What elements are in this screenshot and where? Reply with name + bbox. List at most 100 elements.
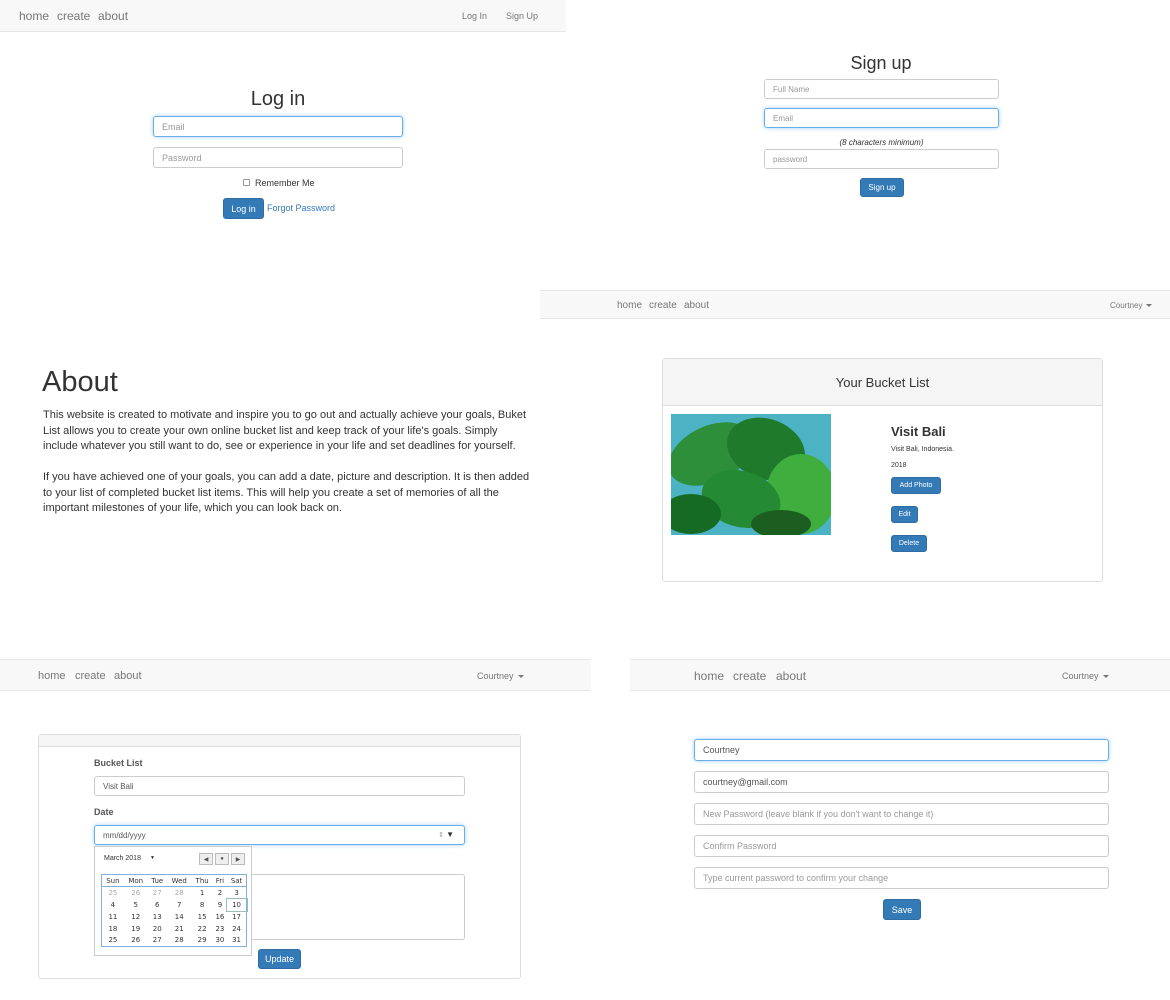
calendar-day[interactable]: 3	[227, 887, 246, 899]
about-paragraph-1: This website is created to motivate and …	[43, 409, 527, 452]
bucket-photo	[671, 414, 831, 535]
nav-create[interactable]: create	[733, 669, 766, 683]
nav-signup[interactable]: Sign Up	[506, 11, 538, 21]
nav-home[interactable]: home	[617, 300, 642, 311]
date-input[interactable]: mm/dd/yyyy ⇕ ▼	[94, 825, 465, 845]
calendar-day[interactable]: 2	[213, 887, 227, 899]
calendar-day[interactable]: 22	[192, 923, 213, 935]
calendar-day[interactable]: 19	[124, 923, 148, 935]
calendar-day[interactable]: 27	[148, 935, 167, 947]
calendar-day[interactable]: 4	[102, 899, 124, 911]
calendar-day[interactable]: 20	[148, 923, 167, 935]
calendar-day[interactable]: 14	[167, 911, 192, 923]
nav-create[interactable]: create	[649, 300, 677, 311]
calendar-day[interactable]: 12	[124, 911, 148, 923]
page-title: About	[42, 366, 118, 398]
calendar-day[interactable]: 26	[124, 935, 148, 947]
calendar-day[interactable]: 13	[148, 911, 167, 923]
calendar-day[interactable]: 21	[167, 923, 192, 935]
calendar-day[interactable]: 15	[192, 911, 213, 923]
calendar-day[interactable]: 7	[167, 899, 192, 911]
date-picker-calendar[interactable]: March 2018 ▼ ◀ ● ▶ Sun Mon Tue Wed Thu F…	[94, 846, 252, 956]
delete-button[interactable]: Delete	[891, 535, 927, 552]
add-photo-button[interactable]: Add Photo	[891, 477, 941, 494]
calendar-day[interactable]: 23	[213, 923, 227, 935]
item-year: 2018	[891, 462, 907, 469]
calendar-day[interactable]: 29	[192, 935, 213, 947]
user-menu[interactable]: Courtney	[1110, 301, 1152, 310]
user-menu[interactable]: Courtney	[477, 671, 524, 681]
calendar-day[interactable]: 17	[227, 911, 246, 923]
edit-item-panel: home create about Courtney Bucket List V…	[0, 659, 591, 1000]
nav-home[interactable]: home	[19, 9, 49, 23]
calendar-month-select[interactable]: March 2018	[104, 855, 141, 862]
password-input[interactable]: password	[764, 149, 999, 169]
weekday: Wed	[166, 874, 192, 887]
calendar-day[interactable]: 16	[213, 911, 227, 923]
calendar-day[interactable]: 25	[102, 935, 124, 947]
save-button[interactable]: Save	[883, 899, 921, 920]
email-input[interactable]: Email	[153, 116, 403, 137]
nav-create[interactable]: create	[57, 9, 90, 23]
prev-month-button[interactable]: ◀	[199, 853, 213, 865]
today-button[interactable]: ●	[215, 853, 229, 865]
calendar-day[interactable]: 28	[167, 935, 192, 947]
new-password-input[interactable]: New Password (leave blank if you don't w…	[694, 803, 1109, 825]
calendar-day[interactable]: 11	[102, 911, 124, 923]
calendar-grid: Sun Mon Tue Wed Thu Fri Sat 25 26 27 28 …	[101, 874, 248, 947]
calendar-day-today[interactable]: 10	[226, 897, 248, 912]
nav-about[interactable]: about	[684, 300, 709, 311]
remember-checkbox[interactable]	[243, 179, 250, 186]
calendar-day[interactable]: 1	[192, 887, 213, 899]
nav-about[interactable]: about	[776, 669, 806, 683]
calendar-day[interactable]: 9	[213, 899, 227, 911]
bucket-list-input[interactable]: Visit Bali	[94, 776, 465, 796]
forgot-password-link[interactable]: Forgot Password	[267, 203, 335, 213]
calendar-day[interactable]: 28	[167, 887, 192, 899]
page-title: Log in	[250, 88, 306, 110]
weekday: Fri	[212, 874, 228, 887]
nav-create[interactable]: create	[75, 670, 106, 682]
dropdown-arrow-icon[interactable]: ▼	[446, 830, 454, 839]
name-input[interactable]: Courtney	[694, 739, 1109, 761]
calendar-day[interactable]: 5	[124, 899, 148, 911]
weekday: Sat	[227, 874, 247, 887]
nav-about[interactable]: about	[114, 670, 142, 682]
about-panel: About This website is created to motivat…	[0, 290, 540, 655]
next-month-button[interactable]: ▶	[231, 853, 245, 865]
fullname-input[interactable]: Full Name	[764, 79, 999, 99]
update-button[interactable]: Update	[258, 949, 301, 969]
password-input[interactable]: Password	[153, 147, 403, 168]
confirm-password-input[interactable]: Confirm Password	[694, 835, 1109, 857]
email-input[interactable]: courtney@gmail.com	[694, 771, 1109, 793]
calendar-day[interactable]: 8	[192, 899, 213, 911]
chevron-down-icon: ▼	[150, 855, 155, 861]
edit-button[interactable]: Edit	[891, 506, 918, 523]
user-menu[interactable]: Courtney	[1062, 671, 1109, 681]
calendar-day[interactable]: 25	[102, 887, 124, 899]
signup-button[interactable]: Sign up	[860, 178, 904, 197]
login-panel: home create about Log In Sign Up Log in …	[0, 0, 566, 290]
nav-login[interactable]: Log In	[462, 11, 487, 21]
calendar-day[interactable]: 27	[148, 887, 167, 899]
stepper-icon[interactable]: ⇕	[438, 831, 444, 839]
login-button[interactable]: Log in	[223, 198, 264, 219]
about-paragraph-2: If you have achieved one of your goals, …	[43, 471, 530, 514]
weekday: Thu	[191, 874, 213, 887]
calendar-day[interactable]: 31	[227, 935, 246, 947]
calendar-day[interactable]: 26	[124, 887, 148, 899]
bucket-list-panel: home create about Courtney Your Bucket L…	[540, 290, 1170, 655]
current-password-input[interactable]: Type current password to confirm your ch…	[694, 867, 1109, 889]
weekday: Mon	[123, 874, 148, 887]
calendar-day[interactable]: 30	[213, 935, 227, 947]
calendar-day[interactable]: 24	[227, 923, 246, 935]
nav-home[interactable]: home	[38, 670, 66, 682]
date-label: Date	[94, 807, 114, 817]
nav-about[interactable]: about	[98, 9, 128, 23]
nav-home[interactable]: home	[694, 669, 724, 683]
card-title: Your Bucket List	[835, 375, 930, 390]
calendar-day[interactable]: 18	[102, 923, 124, 935]
calendar-day[interactable]: 6	[148, 899, 167, 911]
card-header: Your Bucket List	[663, 359, 1102, 406]
email-input[interactable]: Email	[764, 108, 999, 128]
